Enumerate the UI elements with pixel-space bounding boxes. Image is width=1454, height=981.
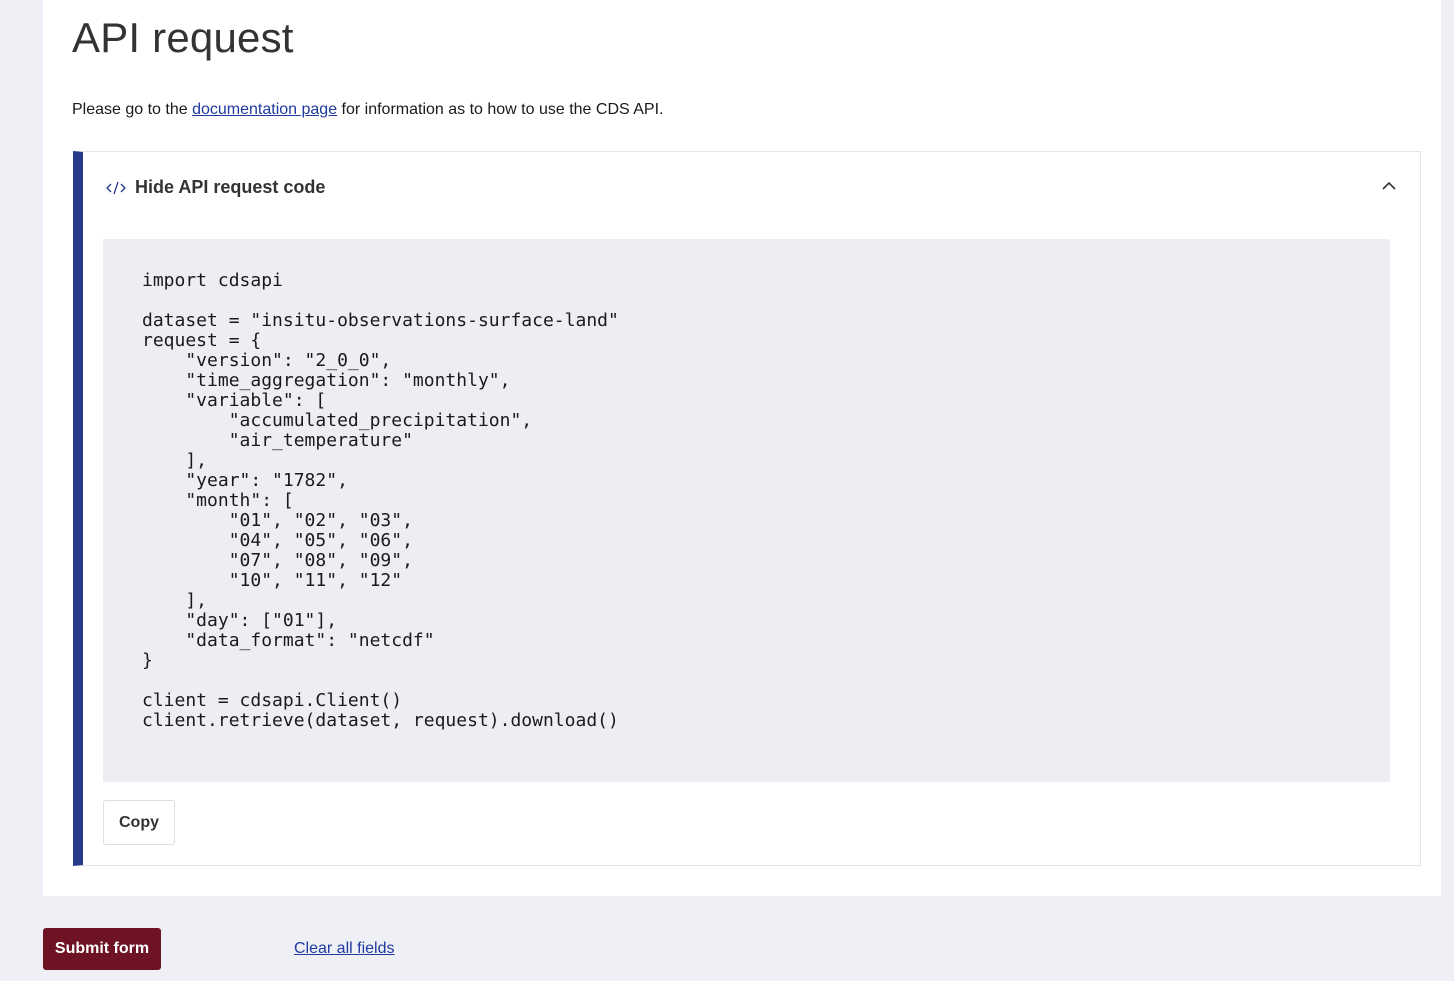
intro-text-before: Please go to the <box>72 101 193 118</box>
clear-all-fields-link[interactable]: Clear all fields <box>294 939 394 959</box>
hide-api-code-label: Hide API request code <box>135 177 326 197</box>
api-request-code-section: Hide API request code import cdsapi data… <box>73 151 1421 866</box>
api-code-block: import cdsapi dataset = "insitu-observat… <box>103 239 1390 782</box>
code-icon <box>106 181 126 195</box>
api-code-text: import cdsapi dataset = "insitu-observat… <box>142 270 619 731</box>
copy-button[interactable]: Copy <box>103 800 175 845</box>
hide-api-code-toggle[interactable]: Hide API request code <box>83 152 1420 222</box>
documentation-link[interactable]: documentation page <box>192 101 337 118</box>
submit-form-button[interactable]: Submit form <box>43 928 161 970</box>
intro-text: Please go to the documentation page for … <box>72 99 663 121</box>
api-request-panel: API request Please go to the documentati… <box>43 0 1441 896</box>
intro-text-after: for information as to how to use the CDS… <box>337 101 664 118</box>
page-title: API request <box>72 14 294 61</box>
chevron-up-icon[interactable] <box>1381 180 1397 192</box>
